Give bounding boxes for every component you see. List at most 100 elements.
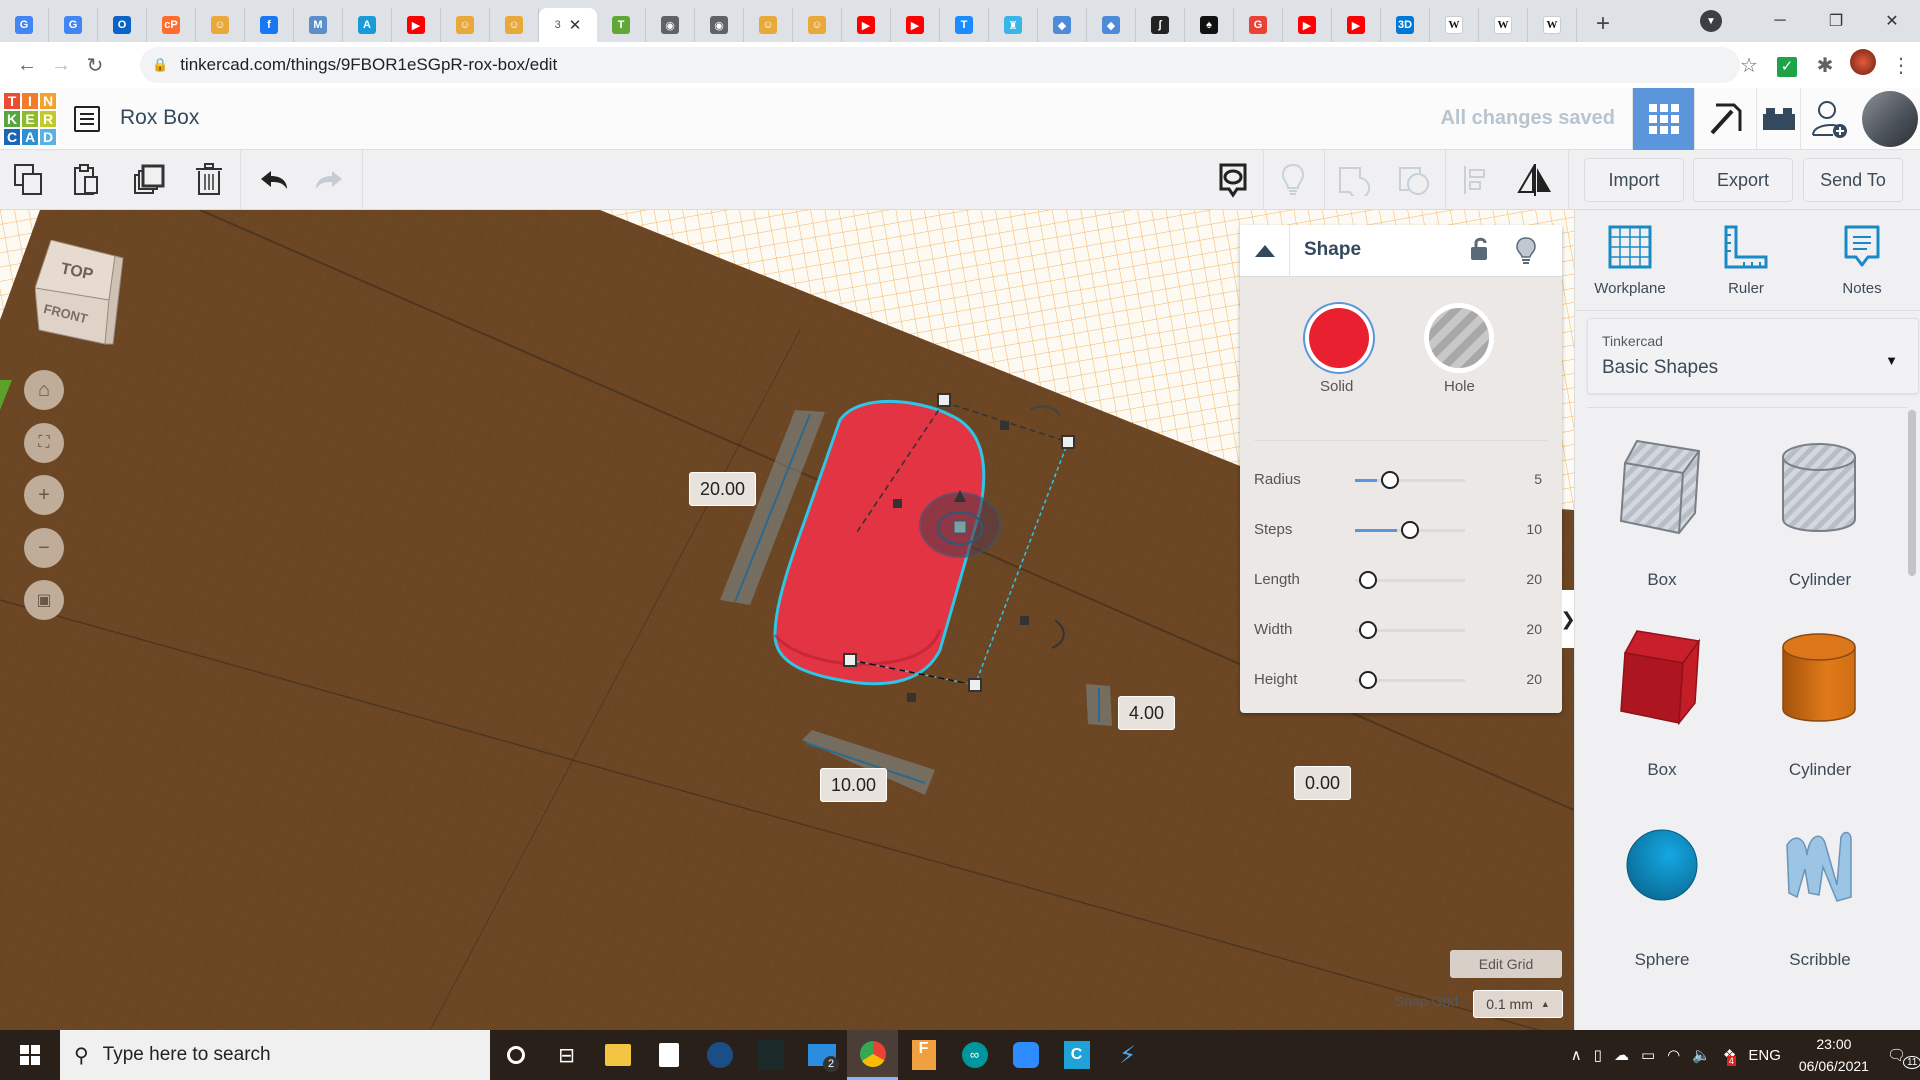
- lego-view-button[interactable]: [1756, 88, 1800, 150]
- browser-tab[interactable]: f: [245, 8, 294, 42]
- width-dimension-input[interactable]: 10.00: [820, 768, 888, 802]
- zoom-button[interactable]: [1000, 1030, 1051, 1080]
- mail-button[interactable]: 2: [796, 1030, 847, 1080]
- duplicate-button[interactable]: [120, 150, 178, 210]
- shape-box-hole[interactable]: Box: [1587, 425, 1737, 605]
- close-window-button[interactable]: ✕: [1864, 11, 1920, 31]
- phone-icon[interactable]: ▯: [1594, 1046, 1602, 1064]
- undo-button[interactable]: [245, 150, 303, 210]
- browser-tab[interactable]: O: [98, 8, 147, 42]
- fusion360-button[interactable]: F: [898, 1030, 949, 1080]
- rotate-handle[interactable]: [1029, 405, 1061, 417]
- app-bolt-button[interactable]: ⚡: [1102, 1030, 1153, 1080]
- taskbar-search-box[interactable]: ⚲ Type here to search: [60, 1030, 490, 1080]
- browser-tab[interactable]: T: [940, 8, 989, 42]
- copy-button[interactable]: [0, 150, 58, 210]
- browser-tab[interactable]: G: [1234, 8, 1283, 42]
- edge-handle[interactable]: [893, 499, 902, 508]
- home-view-button[interactable]: ⌂: [24, 370, 64, 410]
- slider-knob[interactable]: [1359, 671, 1377, 689]
- browser-menu-icon[interactable]: ⋮: [1882, 53, 1920, 78]
- paste-button[interactable]: [58, 150, 116, 210]
- predator-sense-button[interactable]: [745, 1030, 796, 1080]
- view-cube[interactable]: TOP FRONT: [34, 239, 124, 345]
- edge-handle[interactable]: [1000, 421, 1009, 430]
- user-avatar[interactable]: [1862, 91, 1918, 147]
- slider-knob[interactable]: [1381, 471, 1399, 489]
- browser-tab[interactable]: cP: [147, 8, 196, 42]
- browser-tab[interactable]: ▶: [891, 8, 940, 42]
- align-button[interactable]: [1446, 150, 1504, 210]
- param-value[interactable]: 20: [1526, 571, 1542, 587]
- battery-icon[interactable]: ▭: [1641, 1046, 1655, 1064]
- browser-tab[interactable]: ʃ: [1136, 8, 1185, 42]
- rotate-handle[interactable]: [1051, 619, 1065, 649]
- browser-tab[interactable]: A: [343, 8, 392, 42]
- browser-tab[interactable]: ◆: [1038, 8, 1087, 42]
- minimize-button[interactable]: ─: [1752, 12, 1808, 30]
- arduino-button[interactable]: ∞: [949, 1030, 1000, 1080]
- shape-cylinder-hole[interactable]: Cylinder: [1745, 425, 1895, 605]
- browser-tab[interactable]: ♜: [989, 8, 1038, 42]
- dropbox-icon[interactable]: ❖4: [1723, 1046, 1736, 1066]
- browser-tab[interactable]: T: [597, 8, 646, 42]
- notes-tool-button[interactable]: [1204, 150, 1262, 210]
- hide-toggle[interactable]: [1516, 237, 1536, 270]
- volume-icon[interactable]: 🔈: [1692, 1046, 1711, 1064]
- language-indicator[interactable]: ENG: [1748, 1047, 1781, 1064]
- hole-swatch[interactable]: [1429, 308, 1489, 368]
- browser-tab[interactable]: ▶: [1332, 8, 1381, 42]
- edit-grid-button[interactable]: Edit Grid: [1450, 950, 1562, 978]
- toggle-sidebar-button[interactable]: ❯: [1560, 590, 1576, 648]
- design-list-icon[interactable]: [74, 106, 100, 132]
- slider-knob[interactable]: [1359, 621, 1377, 639]
- notes-tool[interactable]: Notes: [1807, 225, 1917, 297]
- browser-tab[interactable]: ☺: [744, 8, 793, 42]
- browser-tab[interactable]: 3D: [1381, 8, 1430, 42]
- send-to-button[interactable]: Send To: [1803, 158, 1903, 202]
- edge-handle[interactable]: [1020, 616, 1029, 625]
- group-button[interactable]: [1325, 150, 1383, 210]
- resize-handle[interactable]: [843, 653, 857, 667]
- import-button[interactable]: Import: [1584, 158, 1684, 202]
- invite-user-button[interactable]: [1800, 88, 1858, 150]
- edge-handle[interactable]: [907, 693, 916, 702]
- export-button[interactable]: Export: [1693, 158, 1793, 202]
- lock-toggle[interactable]: [1470, 237, 1490, 266]
- resize-handle[interactable]: [1061, 435, 1075, 449]
- browser-tab[interactable]: ◉: [646, 8, 695, 42]
- param-value[interactable]: 20: [1526, 671, 1542, 687]
- browser-tab[interactable]: ▶: [1283, 8, 1332, 42]
- browser-tab[interactable]: G: [49, 8, 98, 42]
- browser-tab[interactable]: W: [1430, 8, 1479, 42]
- bookmark-star-icon[interactable]: ☆: [1730, 53, 1768, 78]
- minecraft-view-button[interactable]: [1694, 88, 1756, 150]
- steam-button[interactable]: [694, 1030, 745, 1080]
- tinkercad-logo[interactable]: TINKERCAD: [3, 92, 57, 146]
- ruler-tool[interactable]: Ruler: [1691, 225, 1801, 297]
- file-explorer-button[interactable]: [592, 1030, 643, 1080]
- cortana-button[interactable]: [490, 1030, 541, 1080]
- elevation-dimension-input[interactable]: 0.00: [1294, 766, 1352, 800]
- wifi-icon[interactable]: ◠: [1667, 1046, 1680, 1064]
- shape-box[interactable]: Box: [1587, 615, 1737, 795]
- shape-sphere[interactable]: Sphere: [1587, 805, 1737, 985]
- shapes-scrollbar[interactable]: [1908, 410, 1916, 576]
- length-dimension-input[interactable]: 20.00: [689, 472, 757, 506]
- extensions-puzzle-icon[interactable]: ✱: [1806, 53, 1844, 78]
- new-tab-button[interactable]: +: [1583, 10, 1623, 38]
- onedrive-cloud-icon[interactable]: ☁: [1614, 1046, 1629, 1064]
- shape-library-select[interactable]: Tinkercad Basic Shapes ▼: [1587, 318, 1919, 394]
- browser-tab[interactable]: G: [0, 8, 49, 42]
- solid-color-swatch[interactable]: [1309, 308, 1369, 368]
- shape-scribble[interactable]: Scribble: [1745, 805, 1895, 985]
- browser-tab[interactable]: M: [294, 8, 343, 42]
- browser-tab[interactable]: 3 ✕: [539, 8, 597, 42]
- param-value[interactable]: 10: [1526, 521, 1542, 537]
- clock[interactable]: 23:00 06/06/2021: [1799, 1033, 1869, 1077]
- tab-search-button[interactable]: ▼: [1700, 10, 1722, 32]
- restore-button[interactable]: ❐: [1808, 11, 1864, 31]
- snap-grid-select[interactable]: 0.1 mm ▲: [1473, 990, 1563, 1018]
- back-button[interactable]: ←: [10, 54, 44, 77]
- browser-tab[interactable]: W: [1479, 8, 1528, 42]
